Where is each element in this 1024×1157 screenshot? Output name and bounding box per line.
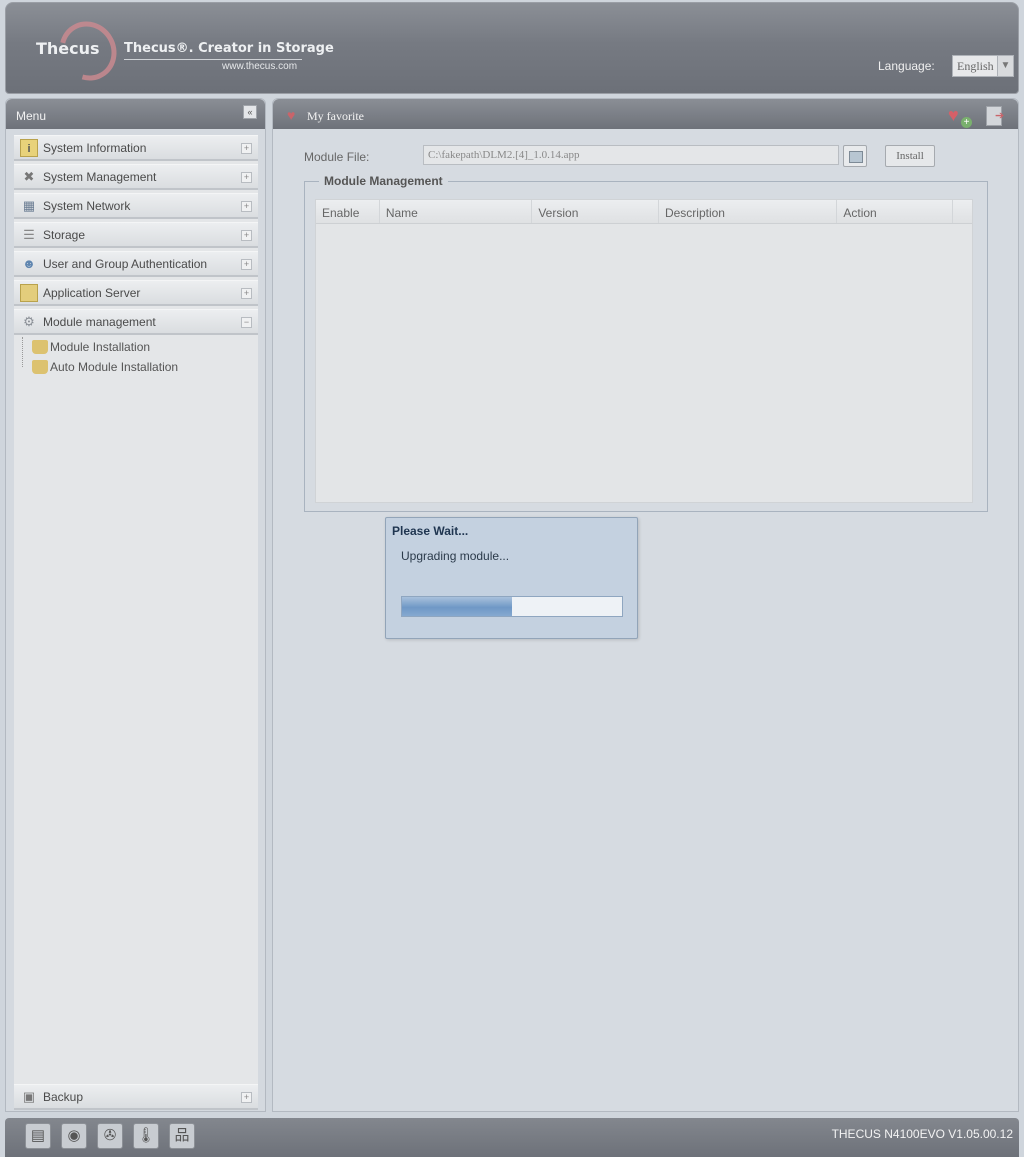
- language-select[interactable]: English ▼: [952, 55, 1014, 77]
- menu-item-label: System Information: [43, 140, 147, 155]
- menu-item-backup[interactable]: ▣ Backup +: [14, 1084, 258, 1110]
- expand-icon[interactable]: +: [241, 259, 252, 270]
- menu-title: Menu: [16, 109, 47, 123]
- thecus-logo: Thecus: [34, 11, 128, 91]
- menu-panel: Menu « i System Information + ✖ System M…: [5, 98, 266, 1112]
- menu-item-label: Application Server: [43, 285, 141, 300]
- submenu-item-auto-module-installation[interactable]: Auto Module Installation: [20, 357, 258, 377]
- add-favorite-icon[interactable]: ♥: [948, 106, 972, 128]
- menu-item-system-network[interactable]: ▦ System Network +: [14, 193, 258, 219]
- logout-icon[interactable]: [986, 106, 1004, 126]
- expand-icon[interactable]: +: [241, 143, 252, 154]
- column-header-description[interactable]: Description: [659, 200, 838, 223]
- network-icon: ▦: [22, 197, 36, 213]
- disk-icon[interactable]: ◉: [61, 1123, 87, 1149]
- column-header-action[interactable]: Action: [837, 200, 954, 223]
- install-button[interactable]: Install: [885, 145, 935, 167]
- module-icon: [32, 340, 48, 354]
- module-management-section: Module Management Enable Name Version De…: [304, 174, 988, 512]
- logo-text: Thecus: [36, 39, 100, 58]
- firmware-version: THECUS N4100EVO V1.05.00.12: [831, 1127, 1013, 1141]
- menu-item-storage[interactable]: ☰ Storage +: [14, 222, 258, 248]
- submenu-label: Auto Module Installation: [50, 360, 179, 374]
- menu-item-application-server[interactable]: Application Server +: [14, 280, 258, 306]
- app-header: Thecus Thecus®. Creator in Storage www.t…: [5, 2, 1019, 94]
- expand-icon[interactable]: +: [241, 172, 252, 183]
- expand-icon[interactable]: +: [241, 201, 252, 212]
- backup-icon: ▣: [22, 1088, 36, 1104]
- tagline: Thecus®. Creator in Storage: [124, 41, 334, 56]
- gears-icon: ⚙: [23, 313, 35, 329]
- storage-icon: ☰: [23, 226, 35, 242]
- browse-button[interactable]: [843, 145, 867, 167]
- progress-fill: [402, 597, 512, 616]
- language-value: English: [957, 59, 994, 73]
- module-submenu: Module Installation Auto Module Installa…: [14, 337, 258, 377]
- module-file-input[interactable]: C:\fakepath\DLM2.[4]_1.0.14.app: [423, 145, 839, 165]
- fan-icon[interactable]: ✇: [97, 1123, 123, 1149]
- column-header-version[interactable]: Version: [532, 200, 659, 223]
- app-server-icon: [20, 283, 38, 302]
- please-wait-dialog: Please Wait... Upgrading module...: [385, 517, 638, 639]
- expand-icon[interactable]: +: [241, 1092, 252, 1103]
- menu-item-label: System Management: [43, 169, 157, 184]
- menu-body: i System Information + ✖ System Manageme…: [14, 135, 258, 1110]
- menu-item-label: Storage: [43, 227, 86, 242]
- my-favorite-label[interactable]: My favorite: [307, 109, 364, 124]
- menu-item-system-information[interactable]: i System Information +: [14, 135, 258, 161]
- module-icon: [32, 360, 48, 374]
- menu-item-label: System Network: [43, 198, 131, 213]
- users-icon: ☻: [22, 255, 36, 271]
- collapse-icon[interactable]: «: [243, 105, 257, 119]
- menu-header: Menu «: [6, 99, 265, 129]
- module-file-label: Module File:: [304, 150, 370, 164]
- submenu-label: Module Installation: [50, 340, 151, 354]
- module-table: Enable Name Version Description Action: [315, 199, 973, 503]
- server-icon[interactable]: ▤: [25, 1123, 51, 1149]
- progress-bar: [401, 596, 623, 617]
- dialog-message: Upgrading module...: [401, 549, 510, 563]
- network-tree-icon[interactable]: 品: [169, 1123, 195, 1149]
- table-header: Enable Name Version Description Action: [316, 200, 972, 224]
- chevron-down-icon[interactable]: ▼: [997, 56, 1013, 76]
- expand-icon[interactable]: +: [241, 230, 252, 241]
- expand-icon[interactable]: +: [241, 288, 252, 299]
- section-title: Module Management: [319, 174, 448, 188]
- heart-icon: ♥: [287, 107, 296, 123]
- column-header-enable[interactable]: Enable: [316, 200, 380, 223]
- menu-item-module-management[interactable]: ⚙ Module management −: [14, 309, 258, 335]
- dialog-title: Please Wait...: [392, 524, 469, 538]
- collapse-section-icon[interactable]: −: [241, 317, 252, 328]
- status-footer: ▤ ◉ ✇ 🌡 品 THECUS N4100EVO V1.05.00.12: [5, 1118, 1019, 1157]
- menu-item-user-group-auth[interactable]: ☻ User and Group Authentication +: [14, 251, 258, 277]
- menu-item-system-management[interactable]: ✖ System Management +: [14, 164, 258, 190]
- menu-item-label: Backup: [43, 1089, 84, 1104]
- site-url: www.thecus.com: [222, 61, 298, 72]
- column-header-spacer: [953, 200, 972, 223]
- column-header-name[interactable]: Name: [380, 200, 533, 223]
- submenu-item-module-installation[interactable]: Module Installation: [20, 337, 258, 357]
- tools-icon: ✖: [23, 168, 35, 184]
- menu-item-label: User and Group Authentication: [43, 256, 208, 271]
- menu-item-label: Module management: [43, 314, 156, 329]
- tagline-divider: [124, 59, 302, 60]
- main-header: ♥ My favorite ♥: [273, 99, 1018, 129]
- language-label: Language:: [878, 59, 935, 73]
- thermometer-icon[interactable]: 🌡: [133, 1123, 159, 1149]
- info-icon: i: [20, 138, 38, 157]
